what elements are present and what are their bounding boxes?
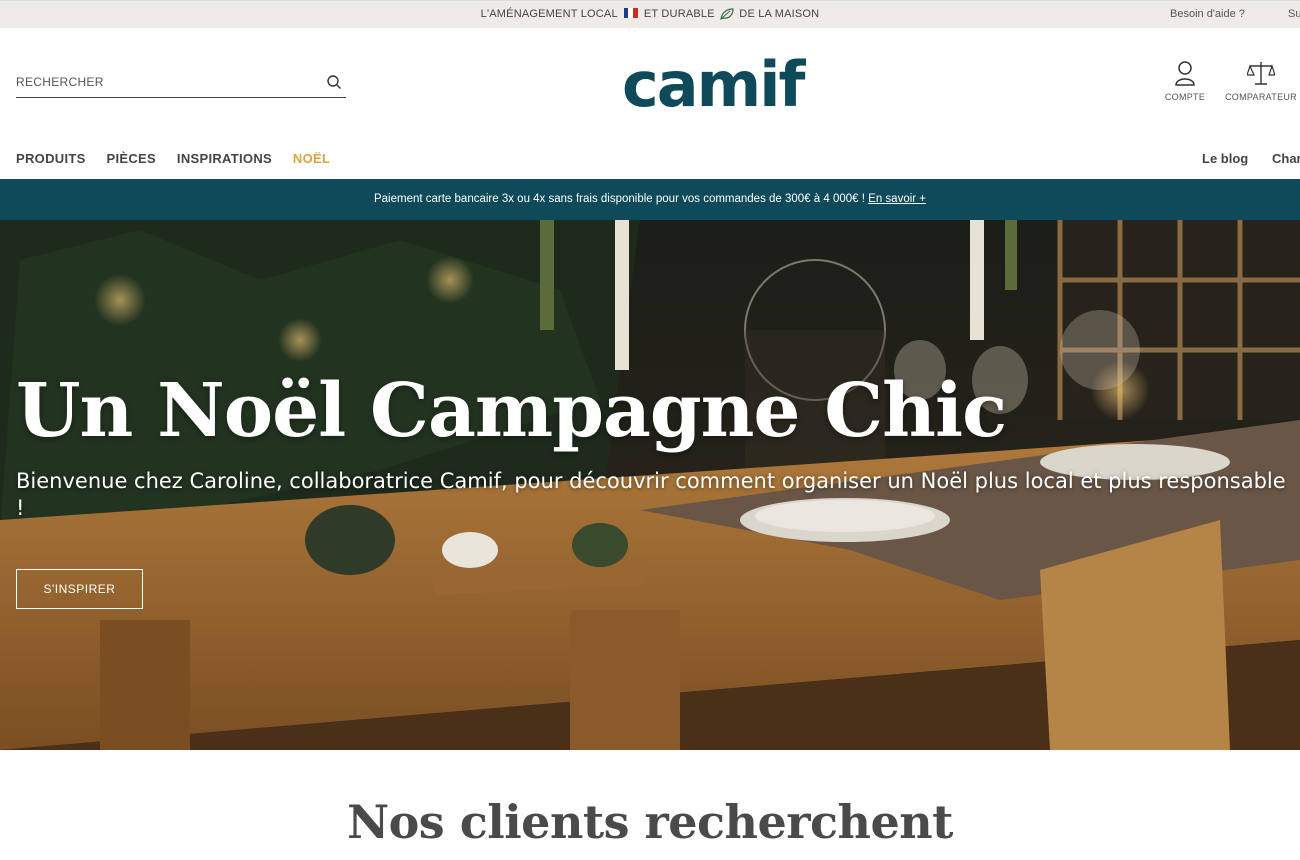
comparator-button[interactable]: COMPARATEUR [1222,60,1300,102]
search-input[interactable] [16,70,306,94]
promo-text: Paiement carte bancaire 3x ou 4x sans fr… [373,193,865,205]
hero-title: Un Noël Campagne Chic [16,368,1007,454]
scale-icon [1247,62,1275,85]
tagline-part2: ET DURABLE [643,8,715,20]
main-nav: PRODUITS PIÈCES INSPIRATIONS NOËL [16,151,347,166]
nav-item-pieces[interactable]: PIÈCES [107,151,156,166]
promo-learn-more-link[interactable]: En savoir + [868,193,926,205]
inspire-button[interactable]: S'INSPIRER [16,569,143,609]
leaf-icon [720,8,734,20]
tagline: L'AMÉNAGEMENT LOCAL ET DURABLE DE LA MAI… [0,8,1300,20]
help-link[interactable]: Besoin d'aide ? [1170,8,1245,20]
top-utility-bar: L'AMÉNAGEMENT LOCAL ET DURABLE DE LA MAI… [0,0,1300,28]
compare-label: COMPARATEUR [1225,92,1297,102]
nav-item-produits[interactable]: PRODUITS [16,151,86,166]
tagline-part3: DE LA MAISON [739,8,820,20]
camif-logo[interactable]: camif [620,48,808,121]
nav-item-inspirations[interactable]: INSPIRATIONS [177,151,272,166]
account-label: COMPTE [1164,92,1206,102]
logo-text: camif [622,48,806,118]
nav-item-noel[interactable]: NOËL [293,151,330,166]
search-bar [16,70,346,98]
section-title: Nos clients recherchent [347,795,953,849]
hero-banner: Un Noël Campagne Chic Bienvenue chez Car… [0,220,1300,750]
tagline-part1: L'AMÉNAGEMENT LOCAL [480,8,618,20]
account-button[interactable]: COMPTE [1160,60,1210,102]
nav-blog-link[interactable]: Le blog [1202,151,1248,166]
nav-link-truncated[interactable]: Char [1272,151,1300,166]
search-icon[interactable] [326,74,342,90]
promo-banner: Paiement carte bancaire 3x ou 4x sans fr… [0,179,1300,220]
secondary-link-truncated[interactable]: Su [1288,8,1300,20]
french-flag-icon [623,8,638,18]
hero-subtitle: Bienvenue chez Caroline, collaboratrice … [16,469,1286,520]
user-icon [1175,61,1195,86]
